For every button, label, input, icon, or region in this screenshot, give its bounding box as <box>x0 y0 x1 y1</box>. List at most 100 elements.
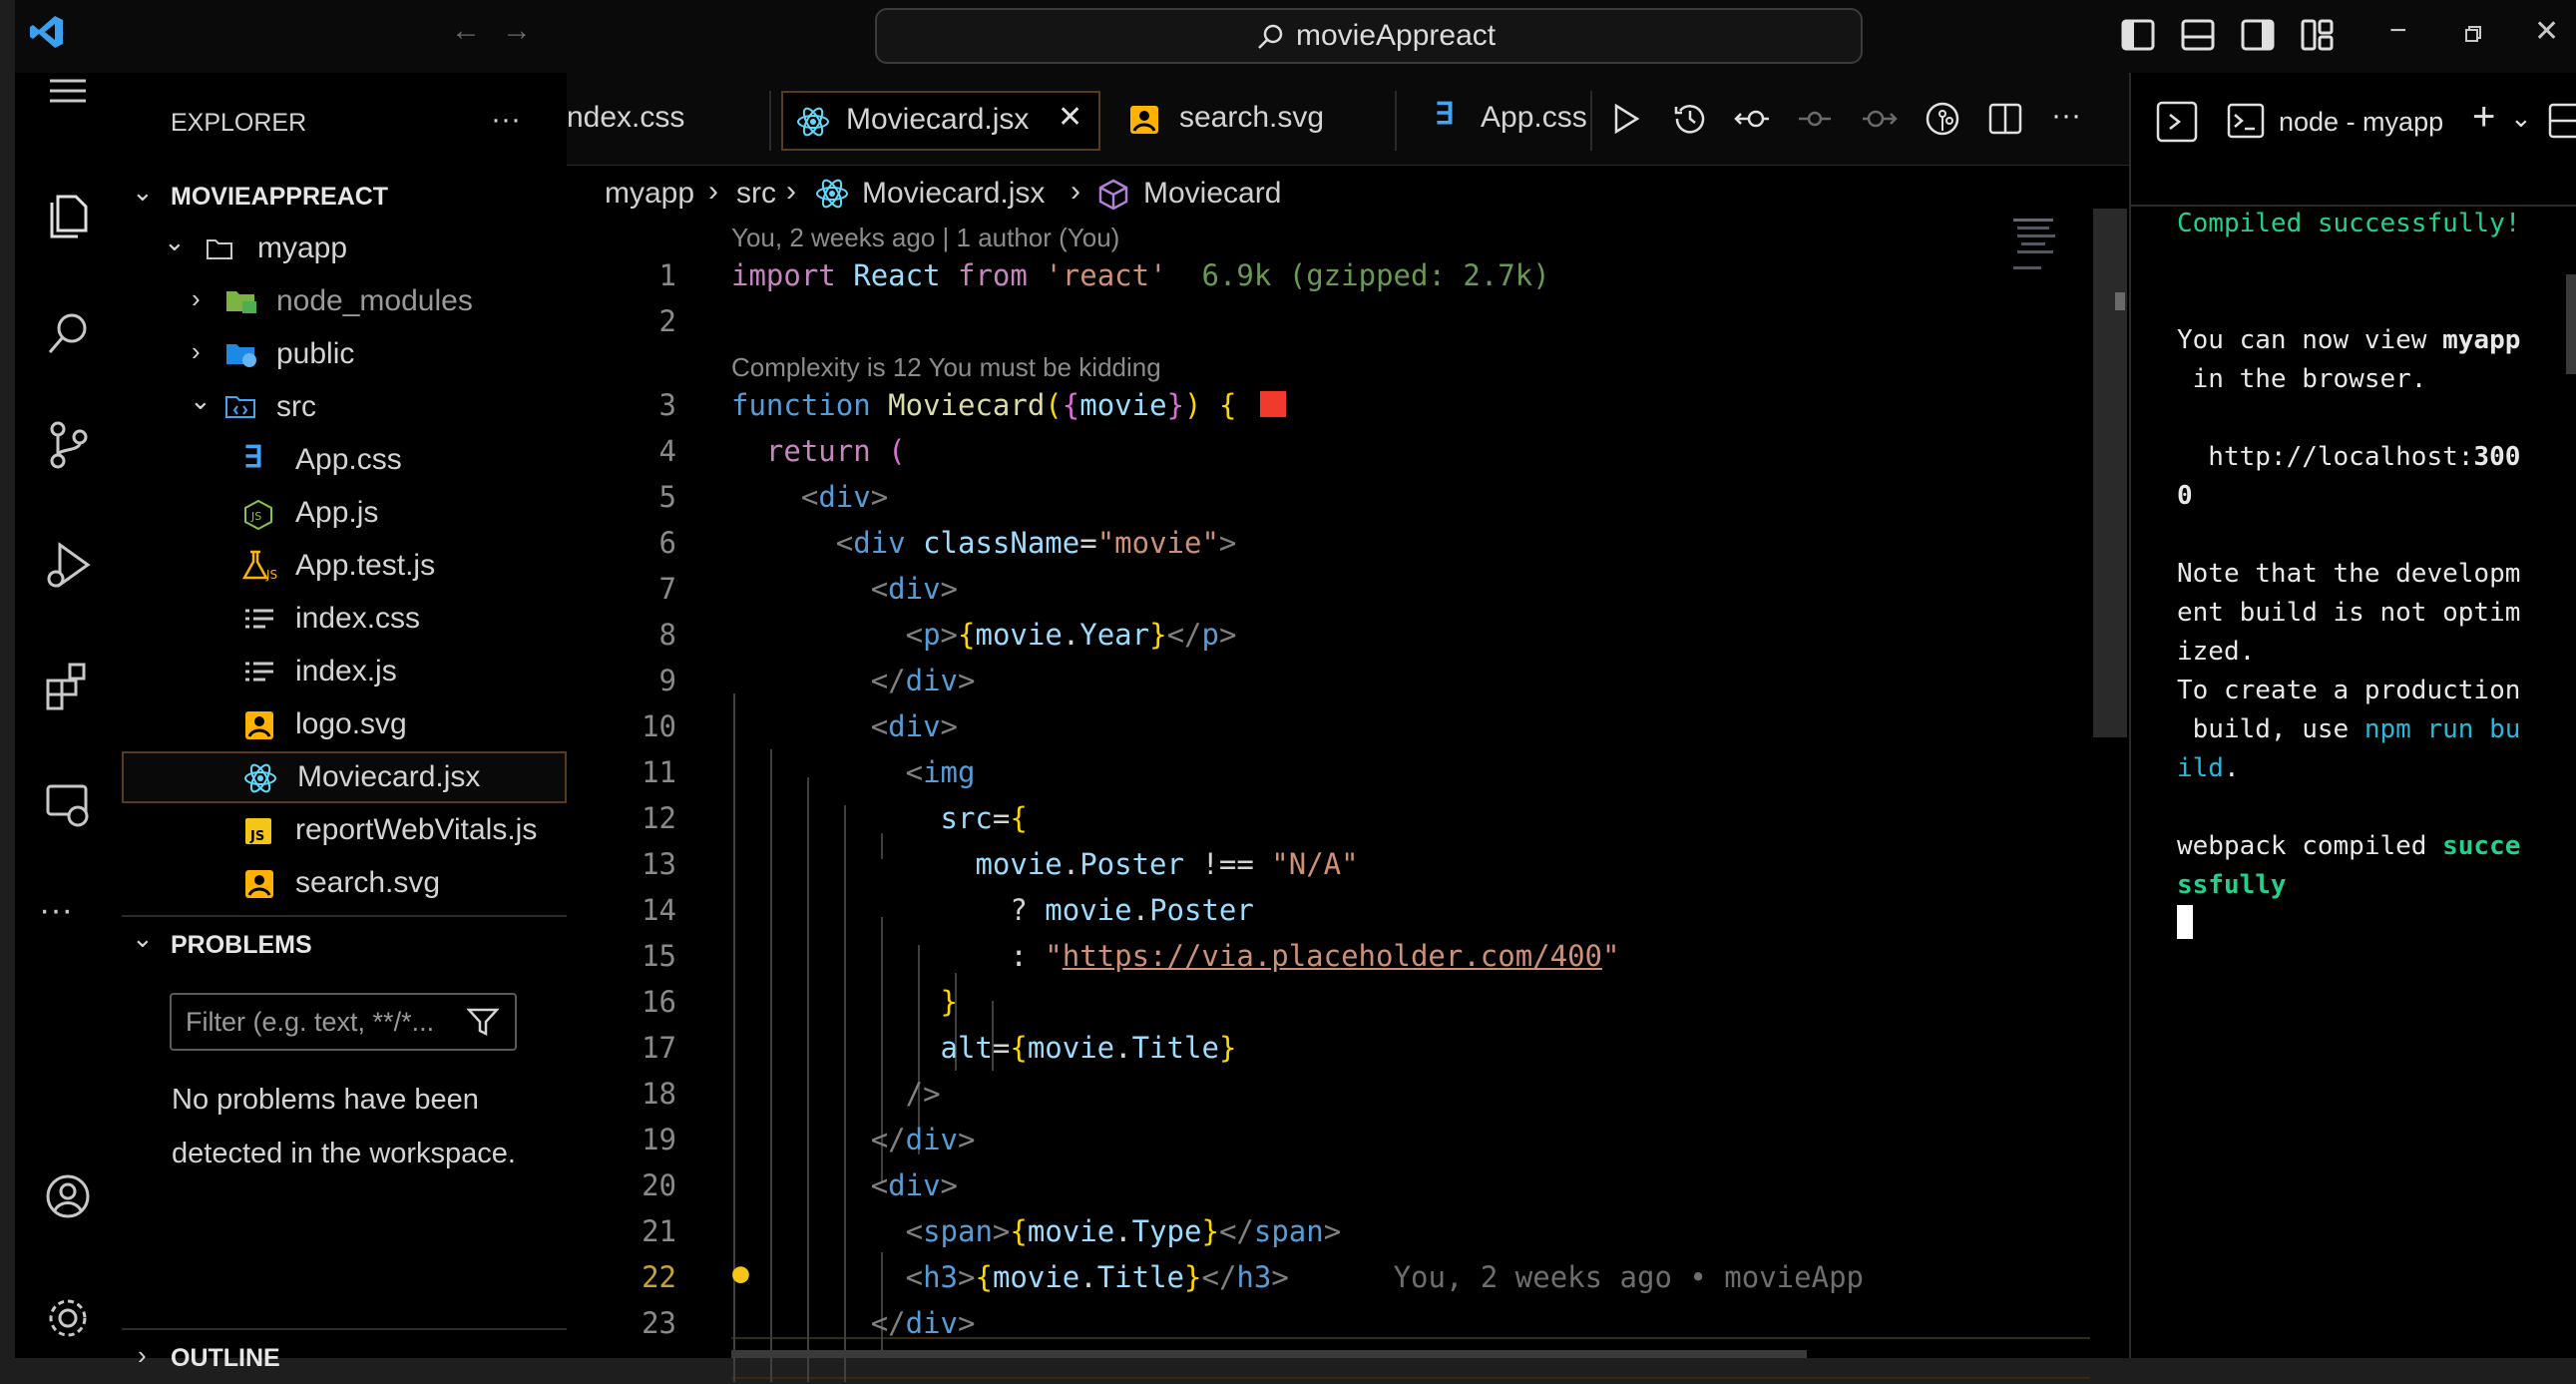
tab-label: Moviecard.jsx <box>846 103 1030 136</box>
svg-file-icon <box>1130 106 1158 134</box>
horizontal-scrollbar-thumb[interactable] <box>731 1350 1807 1358</box>
tree-item-app-js[interactable]: JS App.js <box>122 487 567 539</box>
lightbulb-icon[interactable]: ● <box>732 1256 749 1289</box>
svg-text:JS: JS <box>249 829 264 844</box>
back-arrow-icon[interactable]: ← <box>451 14 481 48</box>
next-change-icon[interactable] <box>1862 103 1898 135</box>
terminal-icon[interactable] <box>2155 100 2199 144</box>
chevron-down-icon[interactable]: ⌄ <box>2510 103 2532 134</box>
history-icon[interactable] <box>1672 101 1708 137</box>
tab-label: App.css <box>1481 101 1587 134</box>
tab-moviecard-jsx[interactable]: Moviecard.jsx ✕ <box>781 91 1100 151</box>
problems-message-line-2: detected in the workspace. <box>172 1138 516 1169</box>
toggle-secondary-sidebar-icon[interactable] <box>2240 17 2276 53</box>
remote-explorer-icon[interactable] <box>38 774 98 834</box>
run-debug-icon[interactable] <box>38 535 98 595</box>
tree-item-reportwebvitals-js[interactable]: JS reportWebVitals.js <box>122 804 567 856</box>
customize-layout-icon[interactable] <box>2300 17 2336 53</box>
tree-item-logo-svg[interactable]: logo.svg <box>122 698 567 750</box>
terminal-text: 0 <box>2177 481 2193 511</box>
new-terminal-icon[interactable]: + <box>2472 95 2495 140</box>
code-line: <span>{movie.Type}</span> <box>905 1214 1342 1248</box>
tree-item-moviecard-jsx[interactable]: Moviecard.jsx <box>122 751 567 803</box>
split-editor-icon[interactable] <box>1988 103 2022 135</box>
code-line: ? movie.Poster <box>731 893 1254 927</box>
tree-item-index-js[interactable]: index.js <box>122 646 567 697</box>
close-window-icon[interactable]: ✕ <box>2534 14 2559 49</box>
line-number: 18 <box>642 1077 676 1111</box>
breadcrumb-item[interactable]: myapp <box>605 177 694 211</box>
vertical-scrollbar-thumb[interactable] <box>2093 209 2127 737</box>
search-icon[interactable] <box>38 304 98 364</box>
svg-file-icon <box>245 870 273 898</box>
tab-close-icon[interactable]: ✕ <box>1058 100 1082 135</box>
editor-more-actions-icon[interactable]: ··· <box>2051 99 2081 133</box>
breadcrumb-item[interactable]: Moviecard <box>1143 177 1281 211</box>
code-editor[interactable]: You, 2 weeks ago | 1 author (You) 1 2 3 … <box>567 209 2129 1382</box>
tab-index-css[interactable]: ndex.css <box>567 91 766 151</box>
toggle-panel-icon[interactable] <box>2180 17 2216 53</box>
code-line: <p>{movie.Year}</p> <box>905 618 1237 652</box>
problems-filter-input[interactable]: Filter (e.g. text, **/*... <box>170 993 517 1051</box>
run-icon[interactable] <box>1610 103 1642 135</box>
tab-app-css[interactable]: ∃ App.css <box>1425 91 1624 151</box>
code-line: <div className="movie"> <box>835 526 1237 560</box>
terminal-tab-label[interactable]: node - myapp <box>2279 107 2443 138</box>
forward-arrow-icon[interactable]: → <box>502 14 532 48</box>
tree-item-index-css[interactable]: index.css <box>122 593 567 645</box>
explorer-icon[interactable] <box>38 185 98 244</box>
tree-item-src[interactable]: ⌄ src <box>122 381 567 433</box>
tab-label: search.svg <box>1179 101 1325 134</box>
problems-header[interactable]: ⌄ PROBLEMS <box>122 919 567 971</box>
split-terminal-icon[interactable] <box>2548 103 2576 139</box>
workspace-root-label: MOVIEAPPREACT <box>171 183 389 211</box>
activity-bar: ··· <box>15 73 121 1358</box>
menu-icon[interactable] <box>38 61 98 121</box>
accounts-icon[interactable] <box>38 1166 98 1226</box>
workspace-root[interactable]: ⌄ MOVIEAPPREACT <box>122 171 567 223</box>
tree-item-search-svg[interactable]: search.svg <box>122 857 567 909</box>
tree-item-label: logo.svg <box>295 707 407 740</box>
restore-icon[interactable] <box>2464 25 2482 43</box>
minimap[interactable] <box>2003 209 2063 288</box>
filter-icon[interactable] <box>467 1007 499 1037</box>
more-views-icon[interactable]: ··· <box>39 891 73 930</box>
tree-item-node-modules[interactable]: › node_modules <box>122 275 567 327</box>
line-number: 3 <box>658 388 676 422</box>
tree-item-public[interactable]: › public <box>122 328 567 380</box>
breadcrumb-item[interactable]: Moviecard.jsx <box>862 177 1045 211</box>
code-line: alt={movie.Title} <box>940 1031 1237 1065</box>
search-icon <box>1258 24 1283 49</box>
chevron-down-icon: ⌄ <box>190 385 212 415</box>
tree-item-app-css[interactable]: ∃ App.css <box>122 434 567 486</box>
command-center[interactable]: movieAppreact <box>875 8 1863 64</box>
tree-item-myapp[interactable]: ⌄ myapp <box>122 223 567 274</box>
line-number: 14 <box>642 893 676 927</box>
previous-change-icon[interactable] <box>1797 103 1833 135</box>
code-line: movie.Poster !== "N/A" <box>975 847 1359 881</box>
terminal-output[interactable]: Compiled successfully! You can now view … <box>2177 205 2576 945</box>
explorer-more-icon[interactable]: ··· <box>491 103 521 137</box>
gitlens-icon[interactable] <box>1925 101 1960 137</box>
problems-section-divider <box>122 915 567 917</box>
settings-gear-icon[interactable] <box>38 1288 98 1348</box>
codelens-complexity[interactable]: Complexity is 12 You must be kidding <box>731 352 1161 383</box>
breadcrumb-item[interactable]: src <box>736 177 776 211</box>
toggle-sidebar-icon[interactable] <box>2120 17 2156 53</box>
tab-label: ndex.css <box>567 101 685 134</box>
codelens-blame[interactable]: You, 2 weeks ago | 1 author (You) <box>731 223 1119 253</box>
outline-header[interactable]: › OUTLINE <box>122 1332 567 1384</box>
minimize-icon[interactable]: − <box>2389 14 2407 48</box>
tree-item-app-test-js[interactable]: JS App.test.js <box>122 540 567 592</box>
open-changes-icon[interactable] <box>1734 103 1770 135</box>
tree-item-label: src <box>276 390 316 423</box>
terminal-text: build, use <box>2177 714 2364 744</box>
breadcrumb-separator: › <box>786 175 796 208</box>
terminal-text: webpack compiled <box>2177 831 2443 861</box>
line-number: 7 <box>658 572 676 606</box>
source-control-icon[interactable] <box>38 415 98 475</box>
tab-separator <box>1395 91 1397 151</box>
extensions-icon[interactable] <box>38 655 98 714</box>
code-line: import React from 'react' 6.9k (gzipped:… <box>731 258 1550 292</box>
tab-search-svg[interactable]: search.svg <box>1115 91 1355 151</box>
